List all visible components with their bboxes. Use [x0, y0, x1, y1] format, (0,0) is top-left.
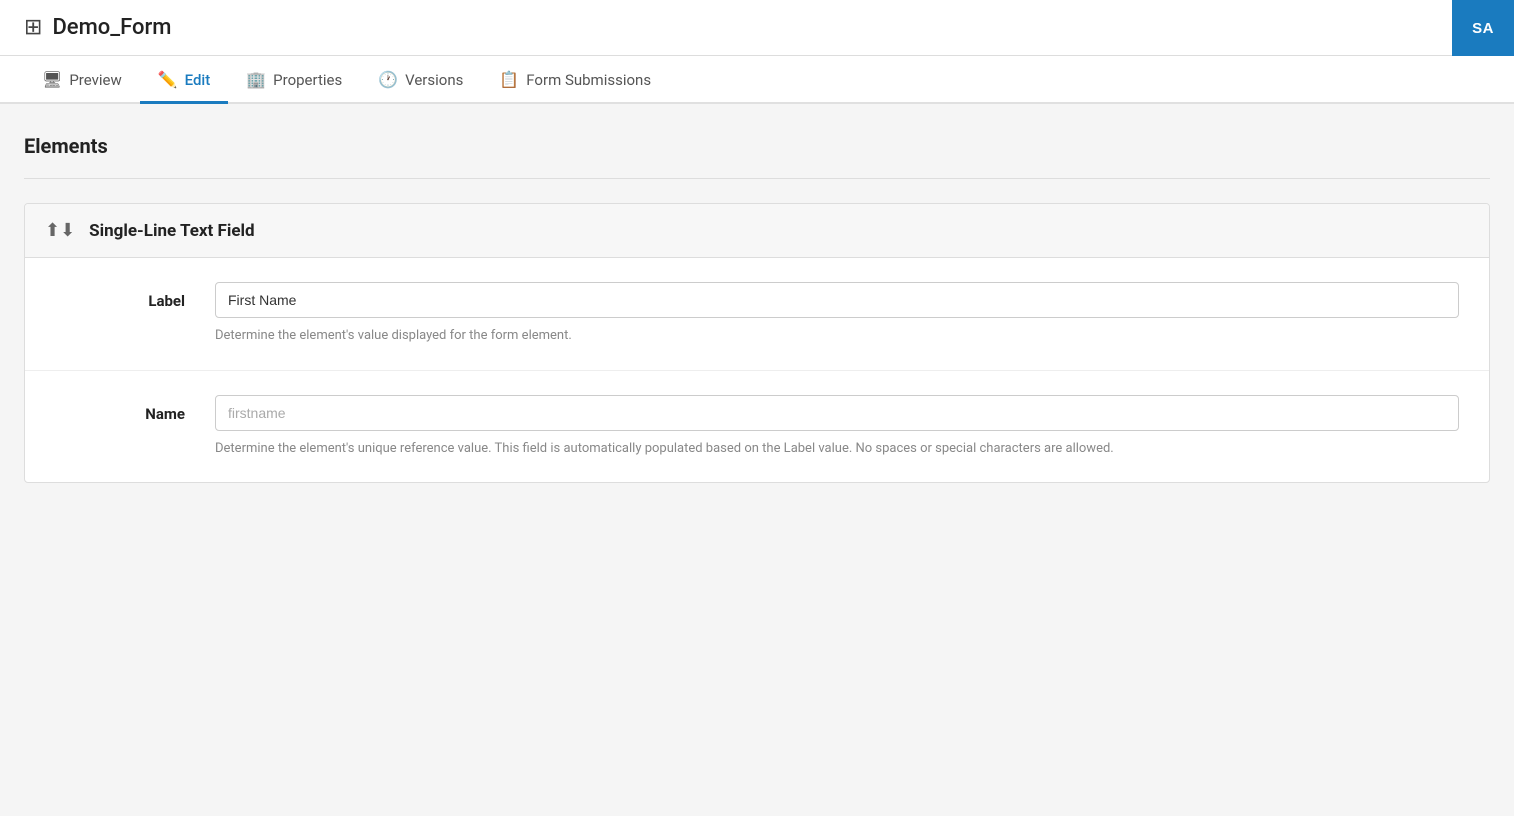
element-card-body: Label Determine the element's value disp…	[25, 258, 1489, 482]
name-hint: Determine the element's unique reference…	[215, 439, 1459, 459]
label-input[interactable]	[215, 282, 1459, 318]
versions-icon: 🕐	[378, 70, 398, 89]
page-content: Elements ⬆⬇ Single-Line Text Field Label…	[0, 104, 1514, 533]
label-input-col: Determine the element's value displayed …	[215, 282, 1459, 346]
preview-icon: 🖥	[42, 70, 62, 89]
tab-edit[interactable]: ✏️ Edit	[140, 56, 229, 104]
name-field-label: Name	[55, 395, 215, 423]
app-title: Demo_Form	[52, 15, 171, 40]
form-submissions-icon: 📋	[499, 70, 519, 89]
app-header: ⊞ Demo_Form SA	[0, 0, 1514, 56]
label-hint: Determine the element's value displayed …	[215, 326, 1459, 346]
save-button[interactable]: SA	[1452, 0, 1514, 56]
tab-properties-label: Properties	[273, 71, 342, 89]
sort-icon[interactable]: ⬆⬇	[45, 220, 75, 241]
app-title-area: ⊞ Demo_Form	[24, 15, 171, 40]
element-card: ⬆⬇ Single-Line Text Field Label Determin…	[24, 203, 1490, 483]
tab-preview[interactable]: 🖥 Preview	[24, 56, 140, 104]
label-row: Label Determine the element's value disp…	[25, 258, 1489, 371]
section-title: Elements	[24, 134, 1490, 158]
element-type-title: Single-Line Text Field	[89, 221, 254, 241]
tab-versions[interactable]: 🕐 Versions	[360, 56, 481, 104]
tab-edit-label: Edit	[185, 71, 211, 89]
edit-icon: ✏️	[158, 70, 178, 89]
tab-form-submissions[interactable]: 📋 Form Submissions	[481, 56, 669, 104]
tab-versions-label: Versions	[405, 71, 463, 89]
element-card-header: ⬆⬇ Single-Line Text Field	[25, 204, 1489, 258]
tab-properties[interactable]: 🏢 Properties	[228, 56, 360, 104]
grid-icon: ⊞	[24, 15, 42, 40]
section-divider	[24, 178, 1490, 179]
name-row: Name Determine the element's unique refe…	[25, 371, 1489, 483]
label-field-label: Label	[55, 282, 215, 310]
tab-form-submissions-label: Form Submissions	[526, 71, 651, 89]
name-input[interactable]	[215, 395, 1459, 431]
tab-preview-label: Preview	[69, 71, 121, 89]
name-input-col: Determine the element's unique reference…	[215, 395, 1459, 459]
properties-icon: 🏢	[246, 70, 266, 89]
tab-bar: 🖥 Preview ✏️ Edit 🏢 Properties 🕐 Version…	[0, 56, 1514, 104]
